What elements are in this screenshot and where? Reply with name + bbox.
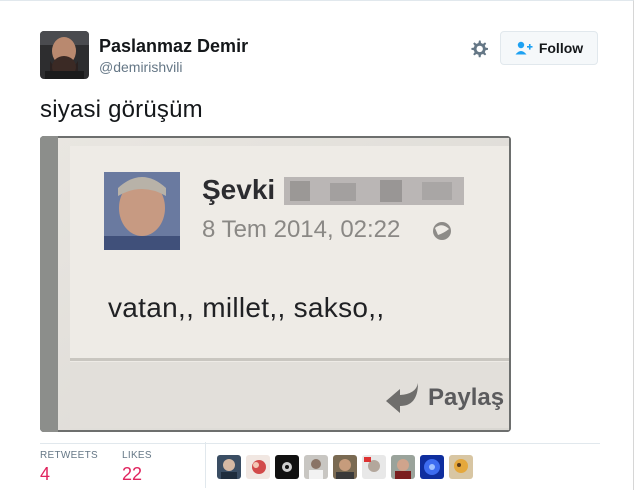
liker-avatar[interactable] xyxy=(391,455,415,479)
likes-label[interactable]: LIKES xyxy=(122,450,152,461)
liker-avatar[interactable] xyxy=(275,455,299,479)
liker-avatar[interactable] xyxy=(304,455,328,479)
liker-avatar[interactable] xyxy=(362,455,386,479)
post-text: vatan,, millet,, sakso,, xyxy=(108,292,385,323)
liker-avatar[interactable] xyxy=(246,455,270,479)
stats-separator xyxy=(205,442,206,488)
user-handle[interactable]: @demirishvili xyxy=(99,59,182,75)
user-plus-icon xyxy=(515,41,533,55)
retweets-count[interactable]: 4 xyxy=(40,464,50,485)
follow-label: Follow xyxy=(538,40,584,56)
likes-count[interactable]: 22 xyxy=(122,464,142,485)
tweet-stats: RETWEETS 4 LIKES 22 xyxy=(40,442,600,490)
gear-icon[interactable] xyxy=(467,37,491,61)
follow-button[interactable]: Follow xyxy=(500,31,598,65)
globe-icon xyxy=(433,222,451,240)
avatar[interactable] xyxy=(40,31,89,79)
liker-avatar[interactable] xyxy=(420,455,444,479)
post-share-label: Paylaş xyxy=(428,384,505,411)
liker-avatar[interactable] xyxy=(217,455,241,479)
tweet-media-image[interactable]: Şevki 8 Tem 2014, 02:22 vatan,, millet,,… xyxy=(40,136,511,432)
post-author-name: Şevki xyxy=(202,174,276,205)
user-name[interactable]: Paslanmaz Demir xyxy=(99,36,248,57)
liker-avatar[interactable] xyxy=(333,455,357,479)
liker-avatar[interactable] xyxy=(449,455,473,479)
retweets-label[interactable]: RETWEETS xyxy=(40,450,98,461)
tweet-text: siyasi görüşüm xyxy=(40,96,203,123)
post-timestamp: 8 Tem 2014, 02:22 xyxy=(202,216,401,243)
